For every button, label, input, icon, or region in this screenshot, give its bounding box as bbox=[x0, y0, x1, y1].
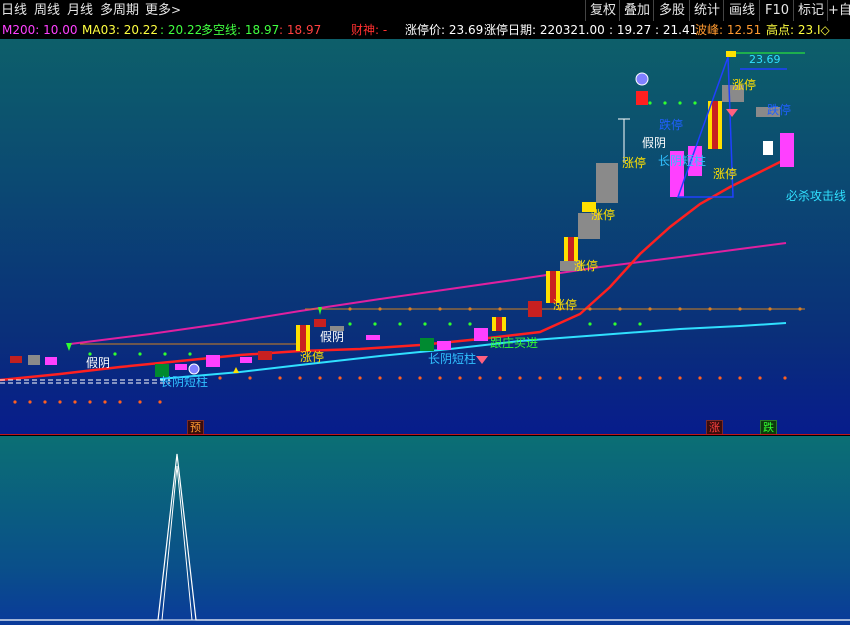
tab-more-label: 更多 bbox=[145, 3, 172, 18]
annotation-zhangting-6: 涨停 bbox=[713, 166, 737, 181]
duokong-value: 多空线: 18.97 bbox=[201, 23, 280, 37]
draw-line-button[interactable]: 画线 bbox=[723, 0, 760, 21]
annotation-dieting-1: 跌停 bbox=[659, 117, 683, 132]
f10-button[interactable]: F10 bbox=[759, 0, 794, 21]
ma-red-line bbox=[0, 157, 787, 382]
dots-green bbox=[88, 101, 697, 356]
indicator-bar: M200: 10.00 MA03: 20.22 : 20.22 多空线: 18.… bbox=[0, 21, 850, 39]
kline-chart-pane[interactable]: 23.69 假阴 假阴 假阴 长阴短柱 长阴短柱 长阴短柱 涨停 涨停 涨停 涨… bbox=[0, 39, 850, 434]
candle bbox=[314, 319, 326, 327]
annotation-zhangting-4: 涨停 bbox=[591, 207, 615, 222]
candle bbox=[366, 335, 380, 340]
candle bbox=[206, 355, 220, 367]
gaodian-value: 高点: 23.I◇ bbox=[766, 23, 830, 37]
annotation-changyin-1: 长阴短柱 bbox=[160, 374, 208, 389]
annotation-zhangting-5: 涨停 bbox=[622, 155, 646, 170]
candle bbox=[175, 364, 187, 370]
candle bbox=[474, 328, 488, 341]
annotation-zhangting-2: 涨停 bbox=[553, 297, 577, 312]
annotation-zhangting-3: 涨停 bbox=[574, 258, 598, 273]
annotation-zhangting-7: 涨停 bbox=[732, 77, 756, 92]
indicator-chart bbox=[0, 453, 850, 621]
tab-daily[interactable]: 日线 bbox=[1, 2, 27, 19]
stats-button[interactable]: 统计 bbox=[689, 0, 724, 21]
signal-yu: 预 bbox=[187, 420, 204, 434]
tab-weekly[interactable]: 周线 bbox=[34, 2, 60, 19]
candle bbox=[45, 357, 57, 365]
candle bbox=[568, 237, 574, 261]
arrow-down-icon bbox=[318, 307, 322, 315]
annotation-zhangting-1: 涨停 bbox=[300, 349, 324, 364]
signal-zhang: 涨 bbox=[706, 420, 723, 434]
limit-up-date: 涨停日期: 220321.00 bbox=[484, 23, 605, 37]
candle bbox=[596, 163, 618, 203]
ma-cyan-line bbox=[159, 322, 787, 380]
kline-chart: 23.69 假阴 假阴 假阴 长阴短柱 长阴短柱 长阴短柱 涨停 涨停 涨停 涨… bbox=[0, 51, 846, 404]
period-toolbar: 日线 周线 月线 多周期 更多> 复权 叠加 多股 统计 画线 F10 标记 +… bbox=[0, 0, 850, 22]
candle bbox=[420, 338, 434, 351]
ma-value-5: : 18.97 bbox=[279, 23, 322, 37]
fuquan-button[interactable]: 复权 bbox=[585, 0, 620, 21]
annotation-changyin-3: 长阴短柱 bbox=[658, 153, 706, 168]
annotation-jiayin-3: 假阴 bbox=[642, 136, 666, 150]
candle bbox=[300, 325, 306, 351]
annotation-changyin-2: 长阴短柱 bbox=[428, 351, 476, 366]
candle bbox=[10, 356, 22, 363]
candle bbox=[780, 133, 794, 167]
candle bbox=[496, 317, 502, 331]
ma-value-9: : 19.27 bbox=[609, 23, 652, 37]
caishen-value: 财神: - bbox=[351, 23, 388, 37]
candle bbox=[258, 351, 272, 360]
candle bbox=[28, 355, 40, 365]
ma-value-10: : 21.41 bbox=[655, 23, 698, 37]
candle bbox=[712, 101, 718, 149]
annotation-jiayin-1: 假阴 bbox=[86, 356, 110, 370]
mark-button[interactable]: 标记 bbox=[793, 0, 828, 21]
tab-more[interactable]: 更多> bbox=[145, 2, 181, 19]
custom-button[interactable]: +自 bbox=[827, 0, 850, 21]
m200-value: M200: 10.00 bbox=[2, 23, 78, 37]
candle bbox=[528, 301, 542, 317]
tab-multi-period[interactable]: 多周期 bbox=[100, 2, 139, 19]
diamond-icon bbox=[476, 356, 488, 364]
price-high-label: 23.69 bbox=[749, 53, 781, 66]
indicator-pane[interactable] bbox=[0, 436, 850, 625]
annotation-bisha: 必杀攻击线 bbox=[786, 188, 846, 203]
candle bbox=[636, 91, 648, 105]
pane-divider[interactable] bbox=[0, 434, 850, 435]
overlay-button[interactable]: 叠加 bbox=[619, 0, 654, 21]
chevron-right-icon: > bbox=[171, 3, 182, 17]
annotation-jiayin-2: 假阴 bbox=[320, 330, 344, 344]
multi-stock-button[interactable]: 多股 bbox=[653, 0, 690, 21]
star-icon bbox=[233, 367, 239, 373]
annotation-genzhuang: 跟庄买进 bbox=[490, 335, 538, 350]
candle bbox=[437, 341, 451, 350]
signal-die: 跌 bbox=[760, 420, 777, 434]
limit-up-price: 涨停价: 23.69 bbox=[405, 23, 484, 37]
ma03-value: MA03: 20.22 bbox=[82, 23, 159, 37]
arrow-down-icon bbox=[66, 343, 72, 351]
candle bbox=[763, 141, 773, 155]
candle bbox=[240, 357, 252, 363]
ma-value-3: : 20.22 bbox=[160, 23, 203, 37]
annotation-dieting-2: 跌停 bbox=[767, 102, 791, 117]
indicator-spike-line bbox=[0, 453, 850, 621]
diamond-icon bbox=[726, 109, 738, 117]
tab-monthly[interactable]: 月线 bbox=[67, 2, 93, 19]
high-marker bbox=[726, 51, 736, 57]
bofeng-value: 波峰: 12.51 bbox=[695, 23, 762, 37]
face-icon bbox=[188, 363, 200, 375]
face-icon bbox=[635, 72, 649, 86]
